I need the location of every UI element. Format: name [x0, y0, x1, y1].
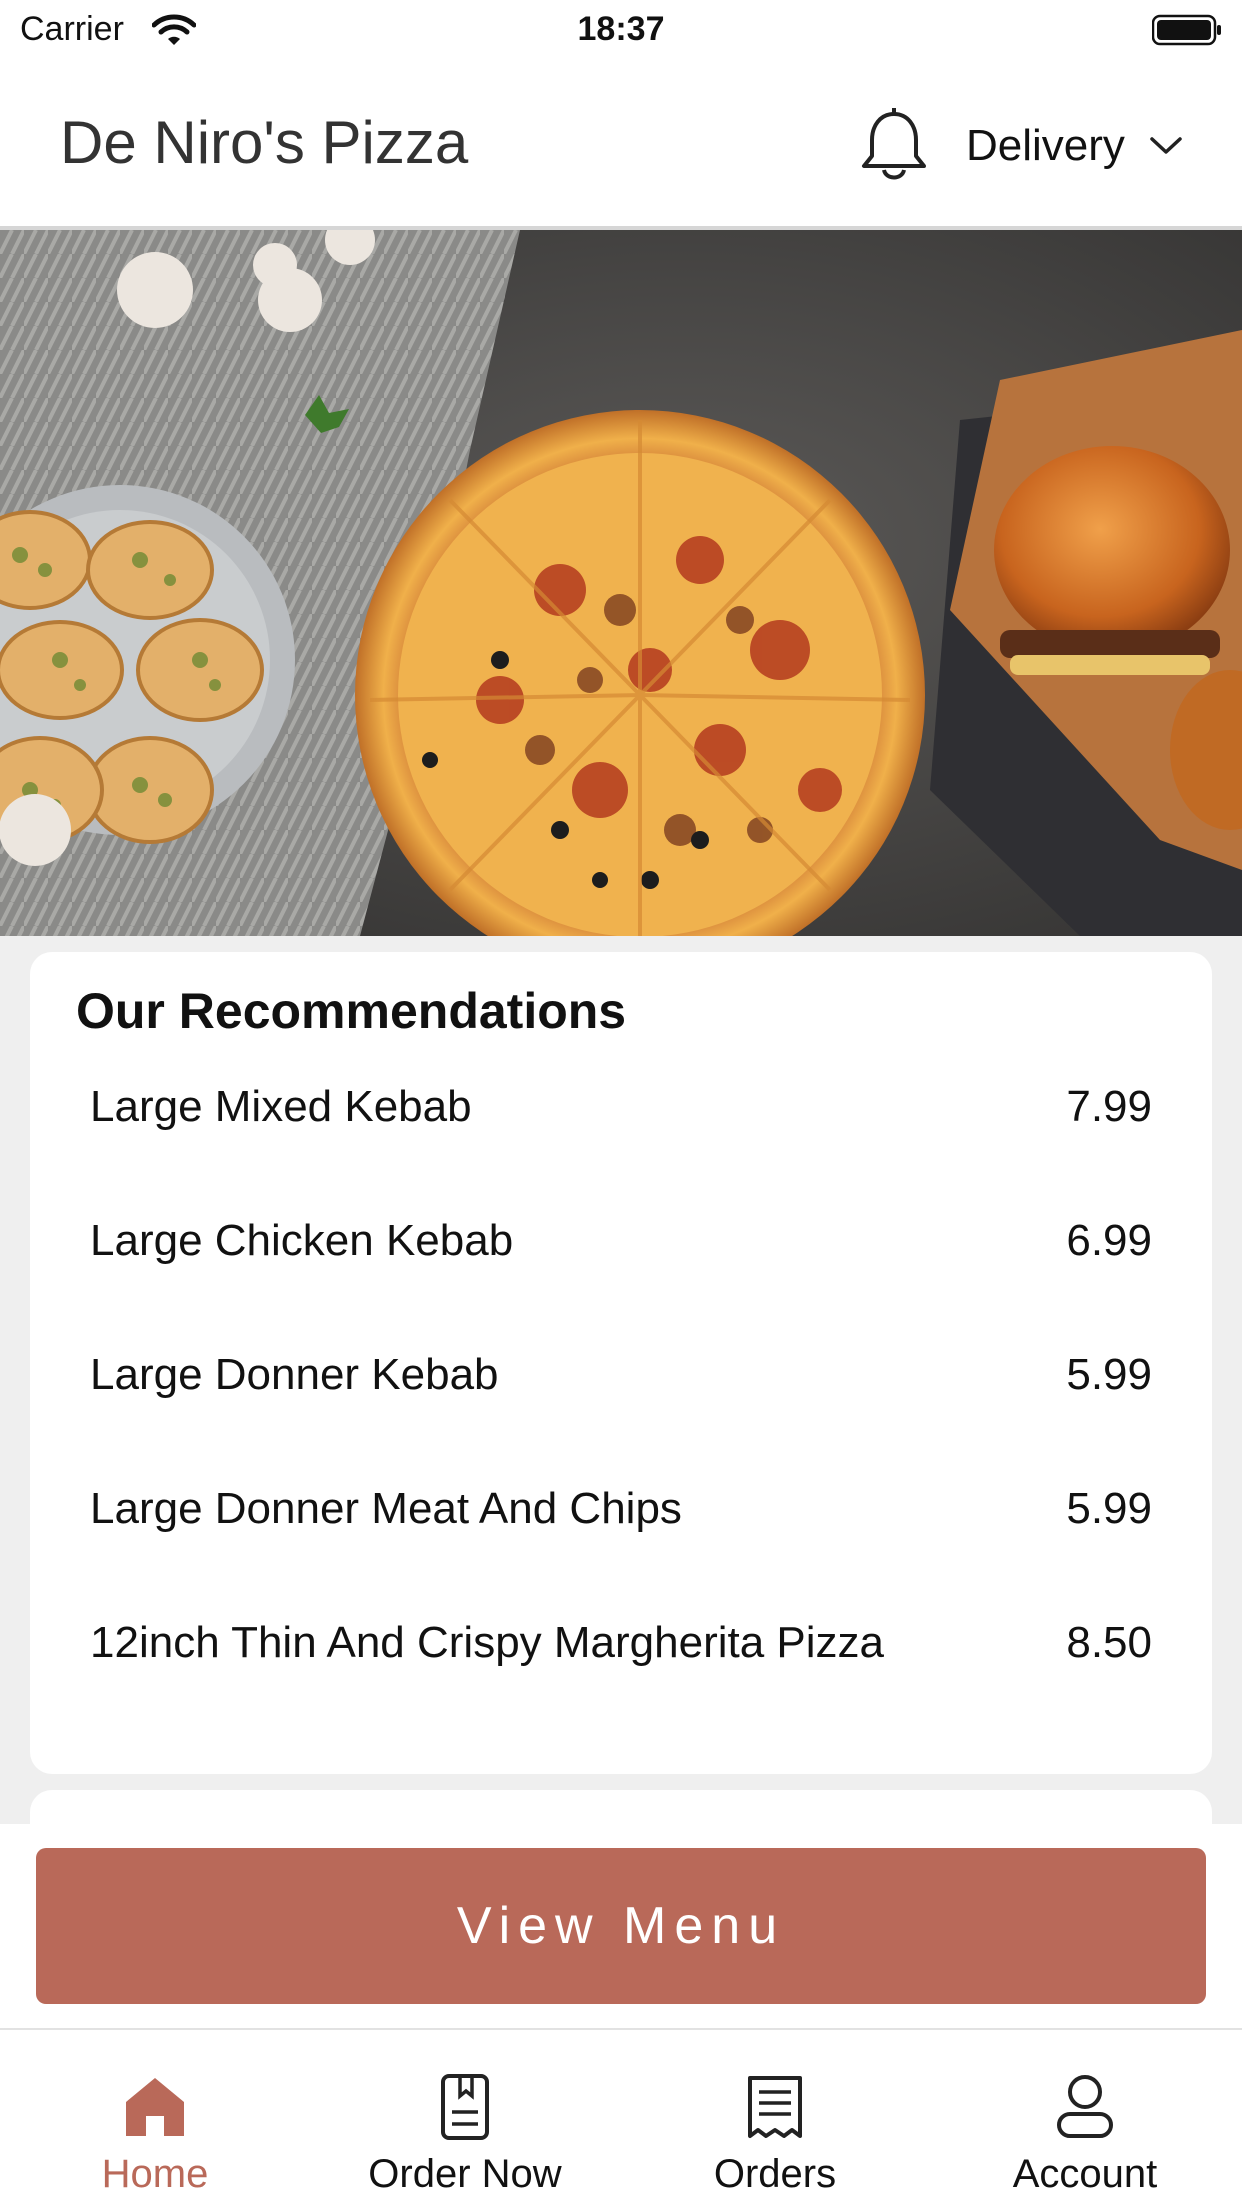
- view-menu-button[interactable]: View Menu: [36, 1848, 1206, 2004]
- view-menu-bar: View Menu: [0, 1824, 1242, 2028]
- item-price: 6.99: [1066, 1216, 1152, 1265]
- tab-label: Home: [101, 2152, 209, 2196]
- status-time: 18:37: [577, 10, 665, 48]
- recommendations-card: Our Recommendations Large Mixed Kebab 7.…: [30, 952, 1212, 1774]
- receipt-icon: [748, 2076, 802, 2138]
- list-item[interactable]: 12inch Thin And Crispy Margherita Pizza …: [30, 1608, 1212, 1742]
- chevron-down-icon: [1150, 137, 1182, 154]
- recommendations-title: Our Recommendations: [76, 983, 627, 1039]
- delivery-mode-select[interactable]: Delivery: [966, 116, 1183, 176]
- tab-label: Account: [1012, 2152, 1158, 2196]
- battery-icon: [1152, 14, 1221, 46]
- tab-label: Order Now: [368, 2152, 562, 2196]
- item-name: Large Chicken Kebab: [90, 1216, 514, 1265]
- hero-banner: [0, 230, 1242, 936]
- home-icon: [126, 2078, 184, 2136]
- item-price: 5.99: [1066, 1484, 1152, 1533]
- tab-home[interactable]: Home: [0, 2030, 310, 2210]
- list-item[interactable]: Large Donner Meat And Chips 5.99: [30, 1474, 1212, 1608]
- bell-icon[interactable]: [858, 102, 930, 184]
- status-bar: Carrier 18:37: [0, 0, 1242, 60]
- food-banner-image: [0, 230, 1242, 936]
- page-title: De Niro's Pizza: [60, 109, 469, 176]
- person-icon: [1057, 2075, 1113, 2138]
- recommendations-list: Large Mixed Kebab 7.99 Large Chicken Keb…: [30, 1072, 1212, 1742]
- tab-label: Orders: [713, 2152, 837, 2196]
- delivery-mode-label: Delivery: [966, 121, 1125, 170]
- list-item[interactable]: Large Mixed Kebab 7.99: [30, 1072, 1212, 1206]
- list-item[interactable]: Large Chicken Kebab 6.99: [30, 1206, 1212, 1340]
- item-price: 7.99: [1066, 1082, 1152, 1131]
- item-name: Large Donner Kebab: [90, 1350, 499, 1399]
- tab-orders[interactable]: Orders: [620, 2030, 930, 2210]
- tab-order-now[interactable]: Order Now: [310, 2030, 620, 2210]
- item-price: 5.99: [1066, 1350, 1152, 1399]
- item-price: 8.50: [1066, 1618, 1152, 1667]
- item-name: Large Donner Meat And Chips: [90, 1484, 682, 1533]
- tab-bar: Home Order Now Orders Account: [0, 2028, 1242, 2210]
- item-name: 12inch Thin And Crispy Margherita Pizza: [90, 1618, 885, 1667]
- tab-account[interactable]: Account: [930, 2030, 1240, 2210]
- app-header: De Niro's Pizza Delivery: [0, 60, 1242, 230]
- item-name: Large Mixed Kebab: [90, 1082, 472, 1131]
- menu-book-icon: [441, 2074, 489, 2140]
- list-item[interactable]: Large Donner Kebab 5.99: [30, 1340, 1212, 1474]
